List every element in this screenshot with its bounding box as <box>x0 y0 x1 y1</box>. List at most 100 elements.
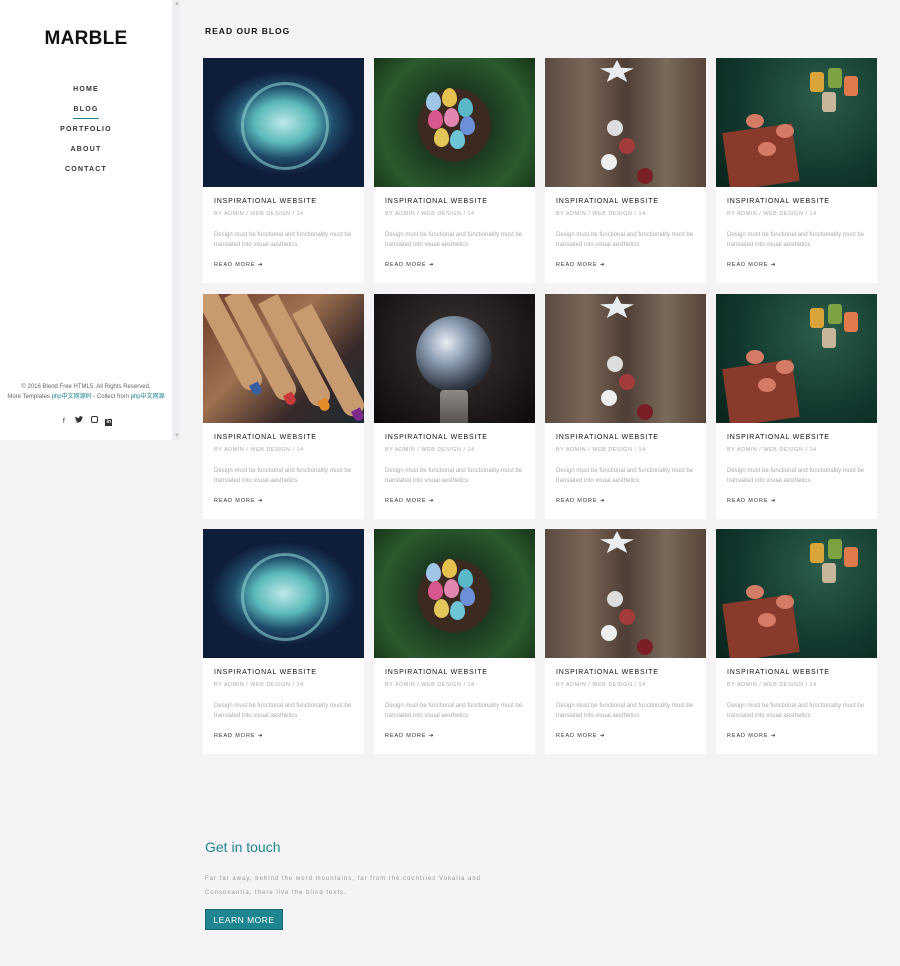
card-title[interactable]: INSPIRATIONAL WEBSITE <box>556 198 695 211</box>
card-title[interactable]: INSPIRATIONAL WEBSITE <box>214 198 353 211</box>
egg-shape <box>458 98 473 117</box>
egg-shape <box>458 569 473 588</box>
card-title[interactable]: INSPIRATIONAL WEBSITE <box>556 669 695 682</box>
card-excerpt: Design must be functional and functional… <box>385 703 523 719</box>
card-title[interactable]: INSPIRATIONAL WEBSITE <box>727 434 866 447</box>
star-ornament <box>600 60 634 82</box>
read-more-link[interactable]: READ MORE ➜ <box>214 498 353 504</box>
twitter-icon[interactable] <box>75 416 84 424</box>
card-meta: BY ADMIN / WEB DESIGN / 14 <box>727 447 817 453</box>
contact-text: Far far away, behind the word mountains,… <box>205 876 481 896</box>
ornament-ball <box>619 374 635 390</box>
blog-image-jellyfish[interactable] <box>203 58 364 187</box>
card-title[interactable]: INSPIRATIONAL WEBSITE <box>727 669 866 682</box>
read-more-link[interactable]: READ MORE ➜ <box>214 733 353 739</box>
blog-image-door[interactable] <box>545 529 706 658</box>
blog-card[interactable]: INSPIRATIONAL WEBSITE BY ADMIN / WEB DES… <box>545 529 706 754</box>
card-meta: BY ADMIN / WEB DESIGN / 14 <box>556 211 646 217</box>
blog-card[interactable]: INSPIRATIONAL WEBSITE BY ADMIN / WEB DES… <box>545 58 706 283</box>
ornament-ball <box>607 591 623 607</box>
card-title[interactable]: INSPIRATIONAL WEBSITE <box>214 434 353 447</box>
scroll-down-icon[interactable]: ▼ <box>174 433 180 439</box>
egg-shape <box>444 108 459 127</box>
read-more-link[interactable]: READ MORE ➜ <box>385 262 524 268</box>
blog-card[interactable]: INSPIRATIONAL WEBSITE BY ADMIN / WEB DES… <box>716 529 877 754</box>
card-excerpt: Design must be functional and functional… <box>556 468 694 484</box>
blog-card[interactable]: INSPIRATIONAL WEBSITE BY ADMIN / WEB DES… <box>374 529 535 754</box>
rose-shape <box>776 595 794 609</box>
spool-shape <box>822 92 836 112</box>
instagram-icon[interactable] <box>90 416 98 423</box>
read-more-link[interactable]: READ MORE ➜ <box>385 498 524 504</box>
card-meta: BY ADMIN / WEB DESIGN / 14 <box>214 211 304 217</box>
nav-item-portfolio[interactable]: PORTFOLIO <box>0 124 172 144</box>
crystal-ball <box>416 316 492 392</box>
blog-image-pencils[interactable] <box>203 294 364 423</box>
spool-shape <box>822 328 836 348</box>
card-title[interactable]: INSPIRATIONAL WEBSITE <box>556 434 695 447</box>
nav-item-contact[interactable]: CONTACT <box>0 164 172 184</box>
ornament-ball <box>637 639 653 655</box>
card-excerpt: Design must be functional and functional… <box>214 468 352 484</box>
blog-image-jellyfish[interactable] <box>203 529 364 658</box>
section-title: READ OUR BLOG <box>205 26 291 36</box>
collect-link[interactable]: php中文网源 <box>131 394 165 400</box>
card-excerpt: Design must be functional and functional… <box>385 232 523 248</box>
blog-image-flowers[interactable] <box>716 294 877 423</box>
pencil-tip <box>248 381 264 397</box>
blog-card[interactable]: INSPIRATIONAL WEBSITE BY ADMIN / WEB DES… <box>716 294 877 519</box>
blog-card[interactable]: INSPIRATIONAL WEBSITE BY ADMIN / WEB DES… <box>374 58 535 283</box>
egg-shape <box>442 559 457 578</box>
read-more-link[interactable]: READ MORE ➜ <box>556 498 695 504</box>
read-more-link[interactable]: READ MORE ➜ <box>727 733 866 739</box>
learn-more-button[interactable]: LEARN MORE <box>205 909 283 930</box>
egg-shape <box>444 579 459 598</box>
social-links: f in <box>0 410 172 428</box>
blog-image-flowers[interactable] <box>716 529 877 658</box>
ornament-ball <box>607 120 623 136</box>
card-title[interactable]: INSPIRATIONAL WEBSITE <box>385 198 524 211</box>
read-more-link[interactable]: READ MORE ➜ <box>727 498 866 504</box>
nav-item-label: CONTACT <box>64 166 108 173</box>
blog-image-flowers[interactable] <box>716 58 877 187</box>
linkedin-icon[interactable]: in <box>105 419 113 426</box>
read-more-link[interactable]: READ MORE ➜ <box>556 733 695 739</box>
facebook-icon[interactable]: f <box>60 418 68 426</box>
crystal-stand <box>440 390 468 423</box>
blog-image-door[interactable] <box>545 294 706 423</box>
blog-image-globe[interactable] <box>374 294 535 423</box>
blog-card[interactable]: INSPIRATIONAL WEBSITE BY ADMIN / WEB DES… <box>203 294 364 519</box>
card-title[interactable]: INSPIRATIONAL WEBSITE <box>727 198 866 211</box>
templates-prefix: More Templates <box>7 393 52 400</box>
blog-card[interactable]: INSPIRATIONAL WEBSITE BY ADMIN / WEB DES… <box>716 58 877 283</box>
read-more-link[interactable]: READ MORE ➜ <box>214 262 353 268</box>
blog-card[interactable]: INSPIRATIONAL WEBSITE BY ADMIN / WEB DES… <box>545 294 706 519</box>
nav-item-blog[interactable]: BLOG <box>0 104 172 124</box>
card-meta: BY ADMIN / WEB DESIGN / 14 <box>385 682 475 688</box>
scroll-up-icon[interactable]: ▲ <box>174 1 180 7</box>
spool-shape <box>844 547 858 567</box>
blog-card[interactable]: INSPIRATIONAL WEBSITE BY ADMIN / WEB DES… <box>203 529 364 754</box>
contact-title: Get in touch <box>205 839 281 855</box>
ornament-ball <box>601 625 617 641</box>
nav-item-about[interactable]: ABOUT <box>0 144 172 164</box>
card-title[interactable]: INSPIRATIONAL WEBSITE <box>385 434 524 447</box>
read-more-link[interactable]: READ MORE ➜ <box>727 262 866 268</box>
blog-card[interactable]: INSPIRATIONAL WEBSITE BY ADMIN / WEB DES… <box>374 294 535 519</box>
blog-image-nest[interactable] <box>374 58 535 187</box>
ornament-ball <box>607 356 623 372</box>
twitter-glyph <box>75 416 84 423</box>
blog-image-nest[interactable] <box>374 529 535 658</box>
blog-card[interactable]: INSPIRATIONAL WEBSITE BY ADMIN / WEB DES… <box>203 58 364 283</box>
pencil-tip <box>282 391 298 407</box>
sidebar-scrollbar[interactable]: ▲ ▼ <box>172 0 180 440</box>
read-more-link[interactable]: READ MORE ➜ <box>556 262 695 268</box>
nav-item-home[interactable]: HOME <box>0 84 172 104</box>
copyright: © 2016 Blend Free HTML5. All Rights Rese… <box>0 383 172 402</box>
site-logo[interactable]: MARBLE <box>0 28 172 50</box>
card-title[interactable]: INSPIRATIONAL WEBSITE <box>385 669 524 682</box>
blog-image-door[interactable] <box>545 58 706 187</box>
templates-link[interactable]: php中文网源码 <box>52 394 92 400</box>
card-title[interactable]: INSPIRATIONAL WEBSITE <box>214 669 353 682</box>
read-more-link[interactable]: READ MORE ➜ <box>385 733 524 739</box>
